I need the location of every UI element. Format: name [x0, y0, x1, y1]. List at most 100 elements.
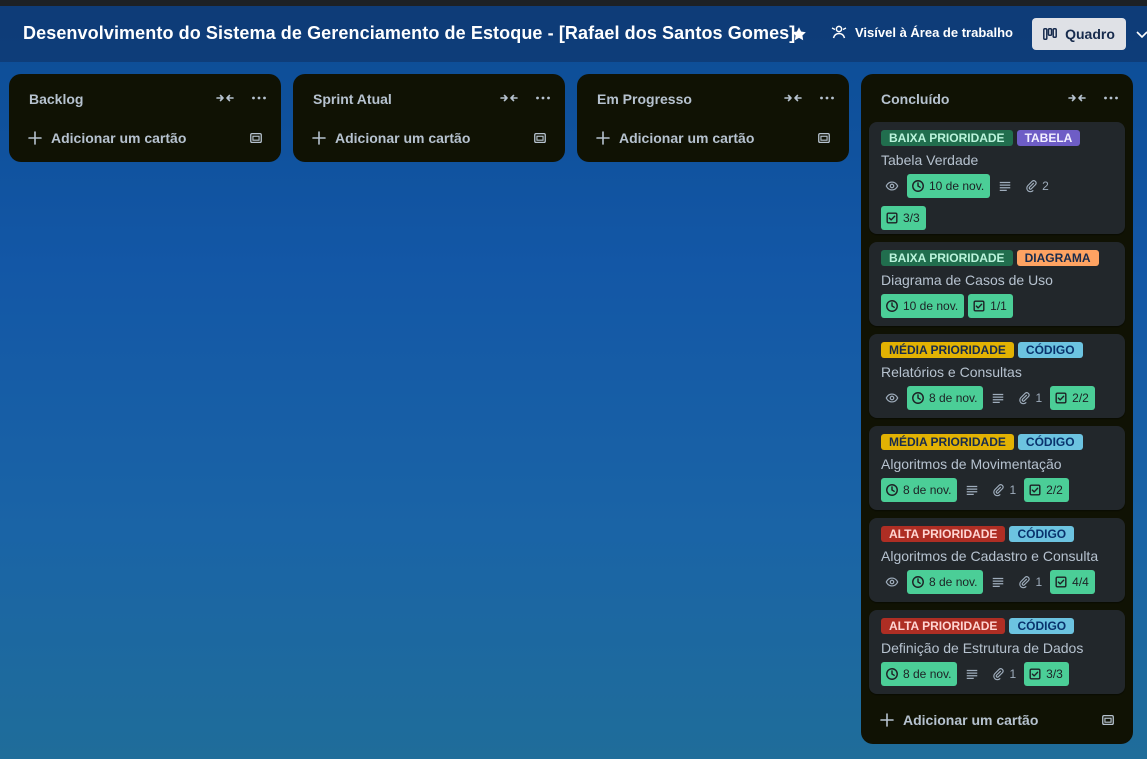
add-card-button[interactable]: Adicionar um cartão: [17, 122, 273, 154]
card-tabela-verdade[interactable]: BAIXA PRIORIDADE TABELA Tabela Verdade 1…: [869, 122, 1125, 234]
checklist-icon: [1054, 575, 1068, 589]
template-icon[interactable]: [533, 131, 547, 145]
attachments-badge: 1: [987, 478, 1020, 502]
more-icon[interactable]: [819, 92, 835, 104]
label-category[interactable]: CÓDIGO: [1009, 526, 1075, 542]
due-date: 10 de nov.: [903, 299, 959, 313]
checklist-count: 3/3: [903, 211, 920, 225]
due-date: 10 de nov.: [929, 179, 985, 193]
description-icon: [991, 575, 1005, 589]
due-date-badge[interactable]: 8 de nov.: [881, 662, 958, 686]
star-icon[interactable]: [791, 26, 807, 42]
label-priority[interactable]: MÉDIA PRIORIDADE: [881, 434, 1014, 450]
board-view-button[interactable]: Quadro: [1032, 18, 1126, 50]
attachments-badge: 1: [987, 662, 1020, 686]
more-icon[interactable]: [535, 92, 551, 104]
due-date-badge[interactable]: 8 de nov.: [907, 570, 984, 594]
clock-icon: [885, 483, 899, 497]
template-icon[interactable]: [1101, 713, 1115, 727]
list-header[interactable]: Concluído: [861, 74, 1133, 122]
checklist-badge: 3/3: [881, 206, 926, 230]
description-icon: [998, 179, 1012, 193]
list-title[interactable]: Sprint Atual: [313, 91, 392, 107]
more-icon[interactable]: [1103, 92, 1119, 104]
checklist-badge: 2/2: [1050, 386, 1095, 410]
list-backlog: Backlog Adicionar um cartão: [9, 74, 281, 162]
checklist-count: 4/4: [1072, 575, 1089, 589]
card-diagrama-casos-de-uso[interactable]: BAIXA PRIORIDADE DIAGRAMA Diagrama de Ca…: [869, 242, 1125, 326]
list-header[interactable]: Backlog: [9, 74, 281, 122]
due-date-badge[interactable]: 10 de nov.: [881, 294, 965, 318]
card-badges: 8 de nov. 1 2/2: [881, 478, 1069, 502]
attachments-badge: 2: [1020, 174, 1053, 198]
checklist-count: 3/3: [1046, 667, 1063, 681]
due-date: 8 de nov.: [929, 575, 978, 589]
description-icon: [991, 391, 1005, 405]
visibility-label: Visível à Área de trabalho: [855, 24, 1013, 40]
description-badge: [961, 662, 983, 686]
label-priority[interactable]: BAIXA PRIORIDADE: [881, 130, 1013, 146]
list-title[interactable]: Concluído: [881, 91, 949, 107]
list-title[interactable]: Backlog: [29, 91, 83, 107]
label-priority[interactable]: MÉDIA PRIORIDADE: [881, 342, 1014, 358]
attachments-badge: 1: [1013, 386, 1046, 410]
due-date-badge[interactable]: 8 de nov.: [907, 386, 984, 410]
checklist-icon: [1028, 483, 1042, 497]
card-title: Algoritmos de Cadastro e Consulta: [881, 548, 1099, 564]
attachment-icon: [1017, 391, 1031, 405]
label-category[interactable]: CÓDIGO: [1017, 434, 1083, 450]
card-algoritmos-de-cadastro[interactable]: ALTA PRIORIDADE CÓDIGO Algoritmos de Cad…: [869, 518, 1125, 602]
collapse-icon[interactable]: [216, 91, 234, 105]
card-title: Definição de Estrutura de Dados: [881, 640, 1084, 656]
card-labels: MÉDIA PRIORIDADE CÓDIGO: [881, 342, 1083, 358]
checklist-icon: [885, 211, 899, 225]
template-icon[interactable]: [249, 131, 263, 145]
board-view-icon: [1043, 28, 1058, 40]
card-algoritmos-de-movimentacao[interactable]: MÉDIA PRIORIDADE CÓDIGO Algoritmos de Mo…: [869, 426, 1125, 510]
add-card-label: Adicionar um cartão: [619, 130, 755, 146]
collapse-icon[interactable]: [784, 91, 802, 105]
collapse-icon[interactable]: [1068, 91, 1086, 105]
label-category[interactable]: CÓDIGO: [1017, 342, 1083, 358]
more-icon[interactable]: [251, 92, 267, 104]
clock-icon: [911, 575, 925, 589]
label-priority[interactable]: ALTA PRIORIDADE: [881, 618, 1006, 634]
list-title[interactable]: Em Progresso: [597, 91, 692, 107]
checklist-badge: 4/4: [1050, 570, 1095, 594]
card-badges: 8 de nov. 1 3/3: [881, 662, 1069, 686]
card-title: Relatórios e Consultas: [881, 364, 1022, 380]
add-card-button[interactable]: Adicionar um cartão: [585, 122, 841, 154]
label-priority[interactable]: BAIXA PRIORIDADE: [881, 250, 1013, 266]
watch-icon: [885, 179, 899, 193]
board-header: Desenvolvimento do Sistema de Gerenciame…: [0, 6, 1147, 62]
chevron-down-icon[interactable]: [1136, 28, 1147, 40]
collapse-icon[interactable]: [500, 91, 518, 105]
list-concluido: Concluído BAIXA PRIORIDADE TABELA Tabela…: [861, 74, 1133, 744]
visibility-button[interactable]: Visível à Área de trabalho: [831, 24, 1013, 40]
label-category[interactable]: DIAGRAMA: [1016, 250, 1099, 266]
label-category[interactable]: CÓDIGO: [1009, 618, 1075, 634]
due-date: 8 de nov.: [929, 391, 978, 405]
due-date-badge[interactable]: 10 de nov.: [907, 174, 991, 198]
add-card-label: Adicionar um cartão: [335, 130, 471, 146]
card-labels: ALTA PRIORIDADE CÓDIGO: [881, 618, 1075, 634]
template-icon[interactable]: [817, 131, 831, 145]
board-title[interactable]: Desenvolvimento do Sistema de Gerenciame…: [23, 23, 795, 44]
add-card-button[interactable]: Adicionar um cartão: [869, 704, 1125, 736]
plus-icon: [879, 712, 895, 728]
card-title: Diagrama de Casos de Uso: [881, 272, 1053, 288]
card-relatorios-e-consultas[interactable]: MÉDIA PRIORIDADE CÓDIGO Relatórios e Con…: [869, 334, 1125, 418]
watch-icon: [885, 391, 899, 405]
clock-icon: [911, 179, 925, 193]
card-badges: 8 de nov. 1 2/2: [881, 386, 1095, 410]
due-date: 8 de nov.: [903, 667, 952, 681]
label-priority[interactable]: ALTA PRIORIDADE: [881, 526, 1006, 542]
description-badge: [994, 174, 1016, 198]
card-labels: ALTA PRIORIDADE CÓDIGO: [881, 526, 1075, 542]
label-category[interactable]: TABELA: [1016, 130, 1081, 146]
list-header[interactable]: Em Progresso: [577, 74, 849, 122]
card-definicao-estrutura-de-dados[interactable]: ALTA PRIORIDADE CÓDIGO Definição de Estr…: [869, 610, 1125, 694]
add-card-button[interactable]: Adicionar um cartão: [301, 122, 557, 154]
list-header[interactable]: Sprint Atual: [293, 74, 565, 122]
due-date-badge[interactable]: 8 de nov.: [881, 478, 958, 502]
